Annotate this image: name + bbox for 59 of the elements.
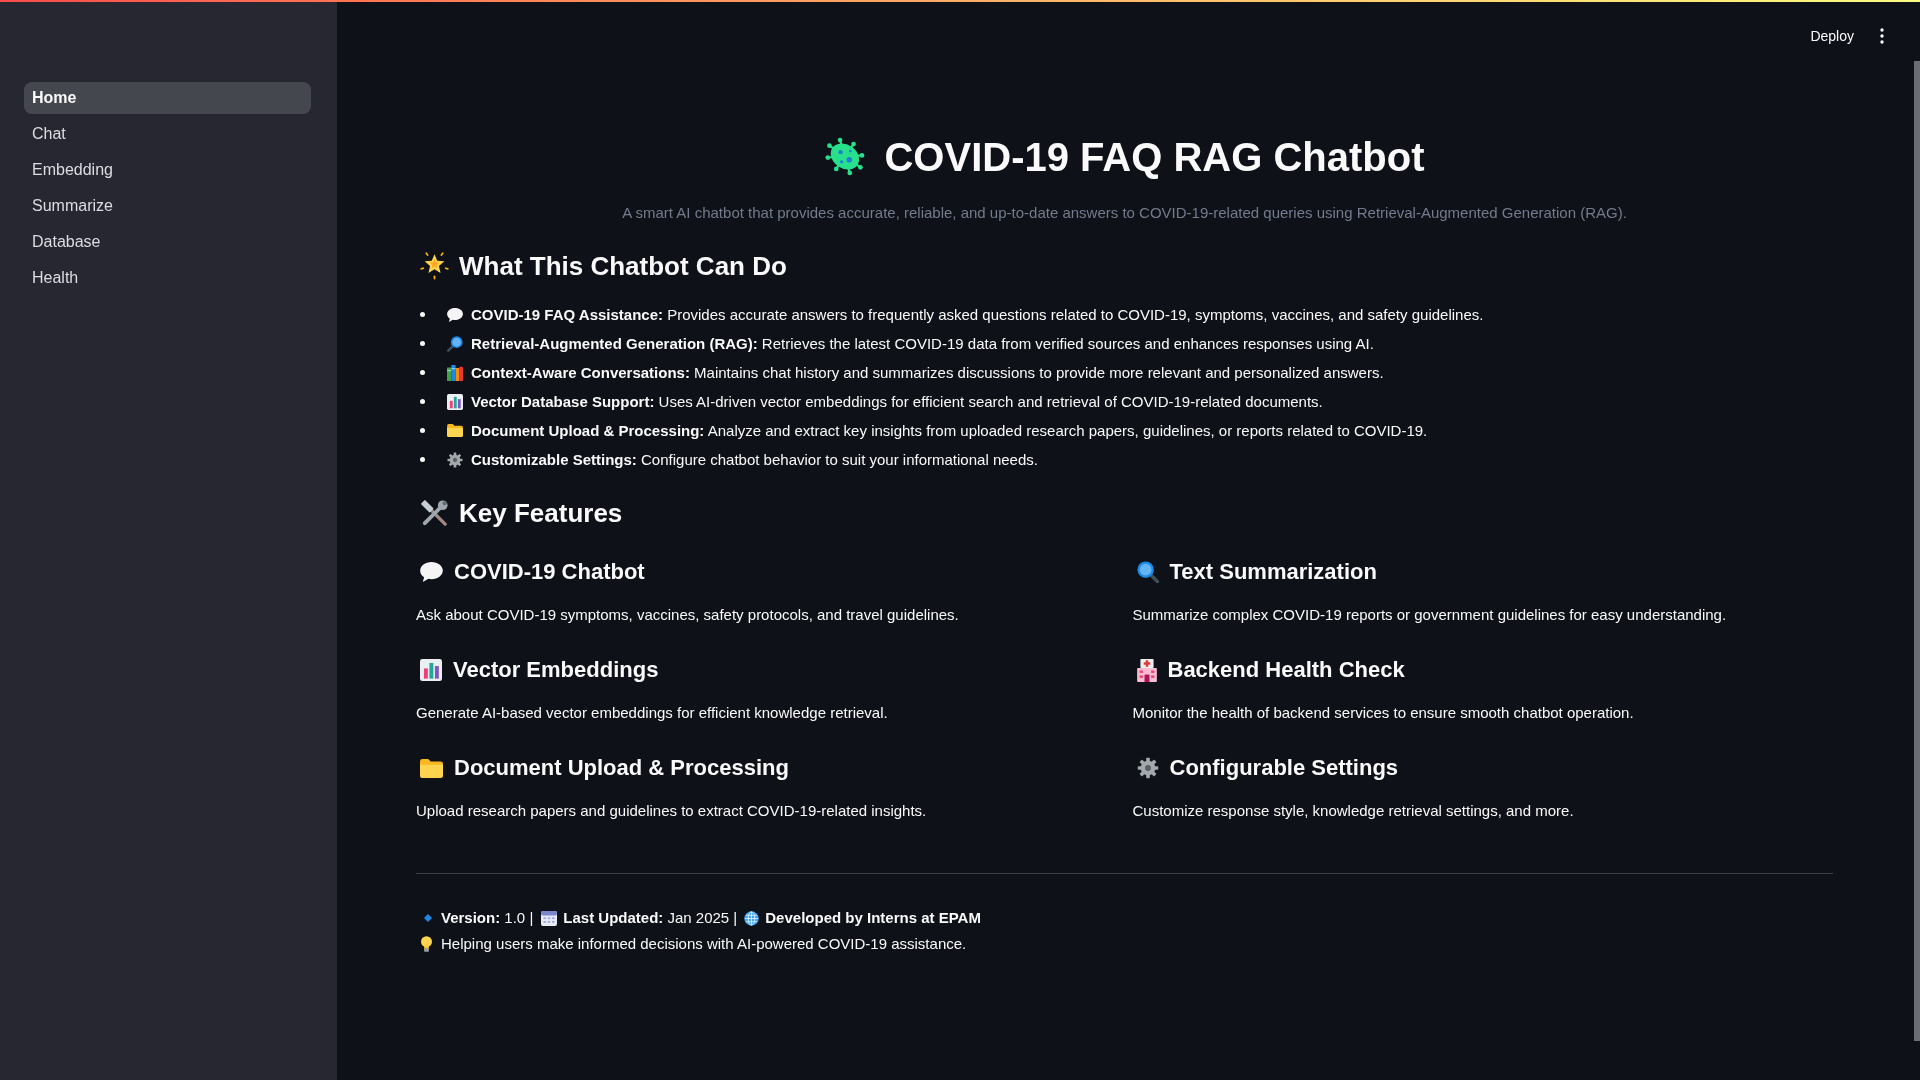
bullet-icon (420, 428, 425, 433)
footer-meta-text: Version: 1.0 | (441, 908, 534, 928)
feature-description: Upload research papers and guidelines to extract COVID-19-related insights. (416, 801, 928, 821)
page-subtitle: A smart AI chatbot that provides accurate, reliable, and up-to-date answers to COVID-19-related queries using Retrieval-Augmented Generation (RAG). (621, 203, 1628, 223)
bullet-icon (420, 370, 425, 375)
bullet-icon (420, 399, 425, 404)
feature-title: Vector Embeddings (453, 656, 659, 684)
nav-item[interactable]: Embedding (24, 154, 311, 186)
diamond-icon (424, 914, 432, 922)
feature-title: Configurable Settings (1169, 754, 1399, 782)
more-options-icon[interactable] (1880, 28, 1884, 44)
feature-description: Customize response style, knowledge retrieval settings, and more. (1132, 801, 1575, 821)
gear-icon (447, 451, 463, 468)
footer-tagline: Helping users make informed decisions with AI-powered COVID-19 assistance. (441, 934, 967, 954)
nav-item[interactable]: Home (24, 82, 311, 114)
footer-meta-text: Developed by Interns at EPAM (765, 908, 981, 928)
folder-icon (447, 424, 463, 437)
hospital-icon (1136, 658, 1157, 682)
bullet-text: Context-Aware Conversations: Maintains chat history and summarizes discussions to provide more relevant and personalized answers. (471, 362, 1384, 383)
bullet-text: Customizable Settings: Configure chatbot behavior to suit your informational needs. (471, 449, 1038, 470)
feature-title: Text Summarization (1169, 558, 1377, 586)
bullet-icon (420, 341, 425, 346)
globe-icon (744, 910, 760, 926)
gear-icon (1136, 757, 1159, 779)
feature-title: Backend Health Check (1167, 656, 1405, 684)
nav-item[interactable]: Database (24, 226, 311, 258)
bullet-text: Vector Database Support: Uses AI-driven vector embeddings for efficient search and retrieval of COVID-19-related documents. (471, 391, 1323, 412)
feature-description: Generate AI-based vector embeddings for efficient knowledge retrieval. (416, 703, 889, 723)
bullet-icon (420, 457, 425, 462)
hammer-and-wrench-icon (420, 498, 449, 528)
section-heading: What This Chatbot Can Do (459, 250, 787, 283)
deploy-button[interactable]: Deploy (1800, 20, 1864, 52)
page-title: COVID-19 FAQ RAG Chatbot (884, 134, 1425, 181)
feature-description: Ask about COVID-19 symptoms, vaccines, safety protocols, and travel guidelines. (416, 605, 960, 625)
magnifier-icon (447, 335, 463, 352)
star-icon (420, 252, 449, 280)
bullet-icon (420, 312, 425, 317)
speech-bubble-icon (420, 562, 443, 582)
nav-item[interactable]: Chat (24, 118, 311, 150)
magnifier-icon (1136, 561, 1159, 583)
calendar-icon (541, 910, 558, 926)
footer-meta-text: Last Updated: Jan 2025 | (563, 908, 738, 928)
nav-item[interactable]: Summarize (24, 190, 311, 222)
bullet-text: COVID-19 FAQ Assistance: Provides accurate answers to frequently asked questions related to COVID-19, symptoms, vaccines, and safety guidelines. (471, 304, 1484, 325)
scrollbar-thumb[interactable] (1914, 61, 1920, 1041)
books-icon (447, 364, 463, 381)
section-heading: Key Features (459, 497, 623, 530)
feature-description: Summarize complex COVID-19 reports or government guidelines for easy understanding. (1132, 605, 1728, 625)
bar-chart-icon (447, 393, 463, 410)
lightbulb-icon (421, 936, 432, 952)
speech-bubble-icon (447, 307, 463, 322)
nav-item[interactable]: Health (24, 262, 311, 294)
bar-chart-icon (420, 659, 442, 681)
bullet-text: Document Upload & Processing: Analyze and extract key insights from uploaded research papers, guidelines, or reports related to COVID-19. (471, 420, 1428, 441)
feature-title: Document Upload & Processing (454, 754, 789, 782)
feature-title: COVID-19 Chatbot (454, 558, 645, 586)
feature-description: Monitor the health of backend services to ensure smooth chatbot operation. (1132, 703, 1635, 723)
folder-icon (420, 758, 443, 778)
bullet-text: Retrieval-Augmented Generation (RAG): Retrieves the latest COVID-19 data from verified sources and enhances responses using AI. (471, 333, 1374, 354)
